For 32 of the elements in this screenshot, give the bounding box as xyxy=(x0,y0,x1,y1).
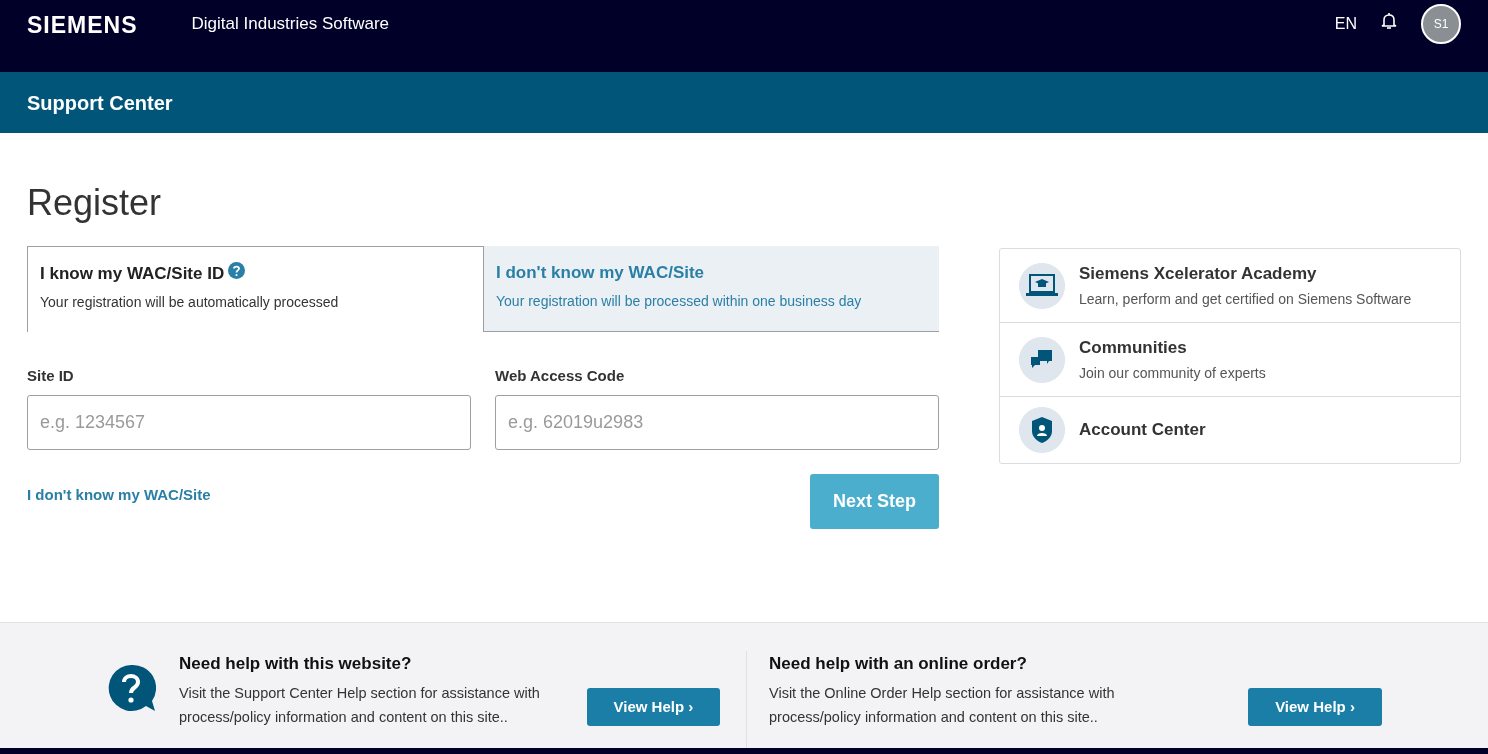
tab-subtitle: Your registration will be processed within one business day xyxy=(496,291,863,311)
tab[interactable]: I know my WAC/Site ID Your registration will be automatically processed xyxy=(27,246,484,332)
dont-know-link[interactable]: I don't know my WAC/Site xyxy=(27,483,211,506)
help-text: Visit the Support Center Help section for assistance with process/policy information and content on this site.. xyxy=(179,683,541,727)
quick-link[interactable]: Account Center xyxy=(1000,397,1460,463)
tab-title: I don't know my WAC/Site xyxy=(496,262,705,284)
quick-link[interactable]: Communities Join our community of experts xyxy=(1000,323,1460,397)
help-title: Need help with an online order? xyxy=(769,653,1028,675)
quick-link-subtitle: Join our community of experts xyxy=(1079,364,1266,384)
view-help-button[interactable]: View Help › xyxy=(586,688,720,726)
tab[interactable]: I don't know my WAC/Site Your registration will be processed within one business day xyxy=(484,246,940,332)
quick-link-title: Siemens Xcelerator Academy xyxy=(1079,262,1318,285)
quick-link-title: Account Center xyxy=(1079,419,1206,442)
input-field[interactable]: e.g. 62019u2983 xyxy=(495,394,940,450)
field-label: Web Access Code xyxy=(495,366,626,386)
quick-link[interactable]: Siemens Xcelerator Academy Learn, perform and get certified on Siemens Software xyxy=(1000,249,1460,323)
language-selector[interactable]: EN xyxy=(1334,12,1357,36)
quick-link-title: Communities xyxy=(1079,336,1188,359)
product-name: Digital Industries Software xyxy=(191,13,389,35)
bell-icon[interactable] xyxy=(1379,11,1399,31)
input-field[interactable]: e.g. 1234567 xyxy=(27,394,471,450)
page-title: Register xyxy=(27,183,163,223)
field-label: Site ID xyxy=(27,366,75,386)
tab-title: I know my WAC/Site ID xyxy=(40,263,225,285)
view-help-button[interactable]: View Help › xyxy=(1248,688,1382,726)
help-text: Visit the Online Order Help section for assistance with process/policy information and content on this site.. xyxy=(769,683,1116,727)
quick-link-subtitle: Learn, perform and get certified on Siemens Software xyxy=(1079,290,1412,310)
help-icon[interactable] xyxy=(228,262,246,280)
section-title: Support Center xyxy=(27,90,173,116)
tab-subtitle: Your registration will be automatically processed xyxy=(40,292,340,312)
logo[interactable]: SIEMENS xyxy=(27,8,138,43)
help-title: Need help with this website? xyxy=(179,653,413,675)
